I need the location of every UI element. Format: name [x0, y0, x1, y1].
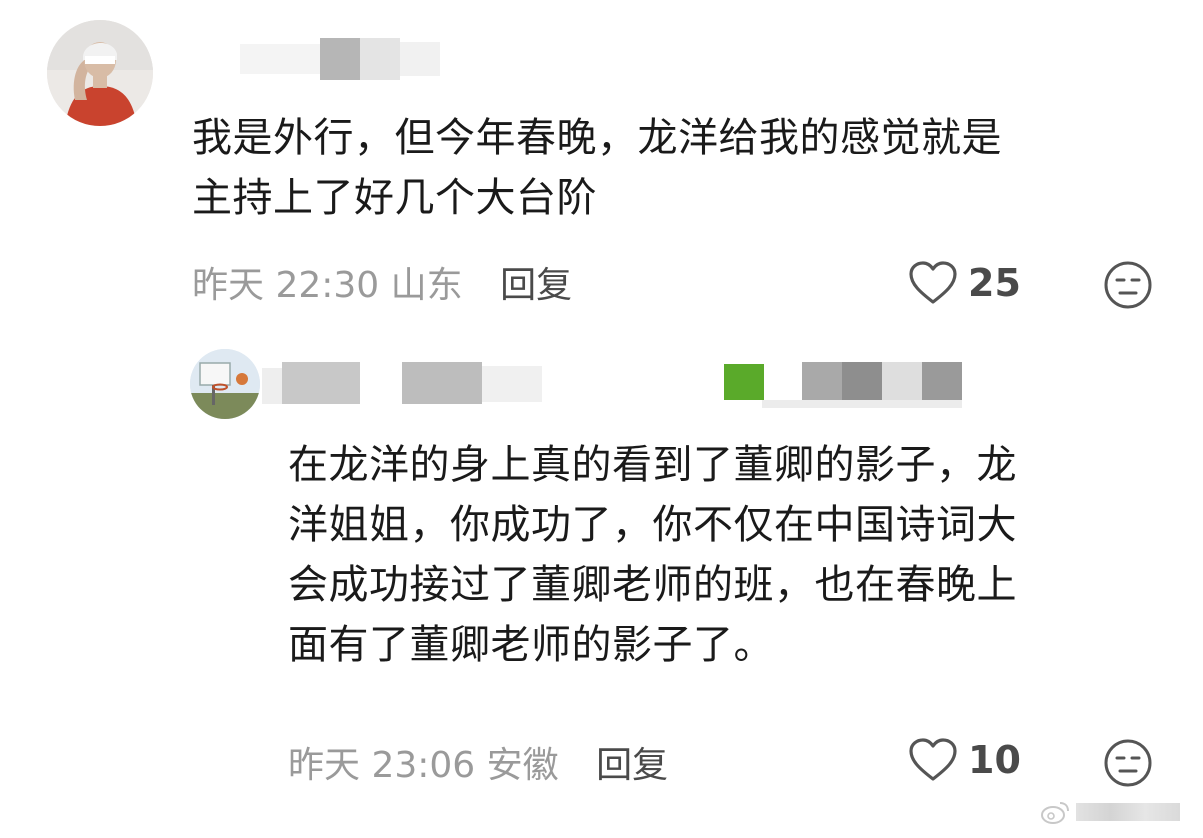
location: 山东: [390, 265, 463, 306]
watermark-handle-redacted: [1076, 803, 1180, 821]
unamused-face-icon: [1104, 261, 1152, 309]
like-button[interactable]: 10: [908, 737, 1021, 783]
comment-line: 面有了董卿老师的影子了。: [288, 622, 774, 668]
unamused-face-icon: [1104, 739, 1152, 787]
comment-line: 主持上了好几个大台阶: [192, 175, 597, 221]
reply-button[interactable]: 回复: [500, 265, 572, 306]
basketball-hoop-avatar-icon: [190, 349, 260, 419]
weibo-watermark: [1040, 793, 1190, 831]
avatar[interactable]: [190, 349, 260, 419]
comment-line: 在龙洋的身上真的看到了董卿的影子，龙: [288, 442, 1017, 488]
comment-meta: 昨天 23:06 安徽 回复: [288, 736, 668, 788]
dislike-button[interactable]: [1103, 260, 1153, 310]
like-count: 25: [968, 261, 1021, 305]
comment-meta: 昨天 22:30 山东 回复: [192, 256, 572, 308]
avatar[interactable]: [47, 20, 153, 126]
username-redacted[interactable]: [240, 38, 440, 80]
timestamp: 昨天 23:06: [288, 745, 476, 786]
location: 安徽: [486, 745, 559, 786]
reply-button[interactable]: 回复: [596, 745, 668, 786]
timestamp: 昨天 22:30: [192, 265, 380, 306]
like-button[interactable]: 25: [908, 260, 1021, 306]
comment-body: 在龙洋的身上真的看到了董卿的影子，龙 洋姐姐，你成功了，你不仅在中国诗词大 会成…: [288, 435, 1017, 675]
comment-line: 会成功接过了董卿老师的班，也在春晚上: [288, 562, 1017, 608]
username-redacted[interactable]: [262, 362, 962, 410]
heart-outline-icon: [909, 738, 957, 781]
comment-body: 我是外行，但今年春晚，龙洋给我的感觉就是 主持上了好几个大台阶: [192, 108, 1002, 228]
user-avatar-photo-icon: [47, 20, 153, 126]
comment-line: 洋姐姐，你成功了，你不仅在中国诗词大: [288, 502, 1017, 548]
like-count: 10: [968, 738, 1021, 782]
heart-outline-icon: [909, 261, 957, 304]
comment-line: 我是外行，但今年春晚，龙洋给我的感觉就是: [192, 115, 1002, 161]
dislike-button[interactable]: [1103, 738, 1153, 788]
weibo-logo-icon: [1041, 802, 1069, 824]
